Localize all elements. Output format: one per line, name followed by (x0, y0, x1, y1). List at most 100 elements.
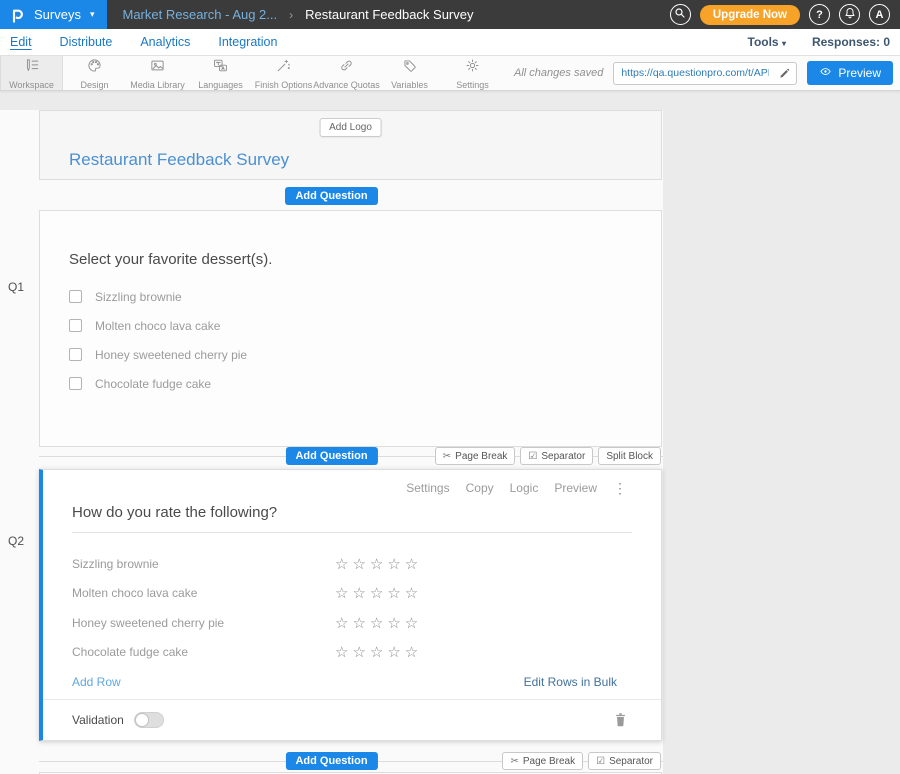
toolbar-tab-finish-options[interactable]: Finish Options (252, 56, 315, 90)
rating-row-label[interactable]: Chocolate fudge cake (72, 645, 335, 659)
q1-question-text[interactable]: Select your favorite dessert(s). (69, 251, 632, 268)
page-break-button[interactable]: ✂Page Break (435, 447, 516, 465)
surveys-menu[interactable]: Surveys ▾ (0, 0, 107, 29)
breadcrumb-survey-title: Restaurant Feedback Survey (305, 7, 473, 22)
toolbar-tab-label: Media Library (130, 80, 185, 90)
delete-question-button[interactable] (613, 711, 628, 728)
chevron-down-icon: ▾ (782, 39, 786, 48)
top-navbar: Surveys ▾ Market Research - Aug 2... › R… (0, 0, 900, 29)
toolbar-tab-variables[interactable]: Variables (378, 56, 441, 90)
separator-icon: ☑ (596, 756, 605, 767)
image-icon (150, 58, 165, 78)
more-options-icon[interactable]: ⋮ (613, 481, 627, 495)
add-row-link[interactable]: Add Row (72, 675, 121, 689)
toolbar-tab-label: Settings (456, 80, 489, 90)
toolbar-tab-settings[interactable]: Settings (441, 56, 504, 90)
q2-logic-link[interactable]: Logic (510, 481, 539, 495)
editor-toolbar: Workspace Design Media Library Languages… (0, 56, 900, 91)
validation-label: Validation (72, 713, 124, 727)
search-button[interactable] (670, 4, 691, 25)
toolbar-right: All changes saved Preview (514, 56, 900, 90)
toolbar-tab-label: Variables (391, 80, 428, 90)
star-rating-group[interactable]: ☆☆☆☆☆ (335, 643, 422, 661)
option-label[interactable]: Chocolate fudge cake (95, 377, 211, 391)
tab-analytics[interactable]: Analytics (140, 35, 190, 49)
option-label[interactable]: Sizzling brownie (95, 290, 182, 304)
module-nav-right: Tools ▾ Responses: 0 (748, 35, 891, 49)
add-question-button[interactable]: Add Question (285, 447, 377, 465)
checkbox[interactable] (69, 348, 82, 361)
palette-icon (87, 58, 102, 78)
tab-edit[interactable]: Edit (10, 35, 32, 49)
help-button[interactable]: ? (809, 4, 830, 25)
add-question-button[interactable]: Add Question (285, 187, 377, 205)
checkbox[interactable] (69, 377, 82, 390)
eye-icon (819, 66, 832, 80)
rating-row-label[interactable]: Sizzling brownie (72, 557, 335, 571)
q2-footer: Validation (43, 699, 661, 728)
rating-row-label[interactable]: Honey sweetened cherry pie (72, 616, 335, 630)
toolbar-tab-label: Languages (198, 80, 243, 90)
toolbar-tab-languages[interactable]: Languages (189, 56, 252, 90)
toolbar-tab-label: Workspace (9, 80, 54, 90)
checkbox[interactable] (69, 290, 82, 303)
gear-icon (465, 58, 480, 78)
toolbar-tab-label: Advance Quotas (313, 80, 380, 90)
rating-row: Honey sweetened cherry pie ☆☆☆☆☆ (43, 608, 661, 638)
tab-distribute[interactable]: Distribute (60, 35, 113, 49)
separator-button[interactable]: ☑Separator (520, 447, 593, 465)
q2-settings-link[interactable]: Settings (406, 481, 449, 495)
question-block-q1[interactable]: Select your favorite dessert(s). Sizzlin… (39, 210, 662, 447)
chain-link-icon (339, 58, 354, 78)
page-break-button[interactable]: ✂Page Break (502, 752, 583, 770)
editor-canvas: Q1 Q2 Add Logo Restaurant Feedback Surve… (0, 91, 900, 774)
breadcrumb: Market Research - Aug 2... › Restaurant … (123, 7, 474, 22)
star-rating-group[interactable]: ☆☆☆☆☆ (335, 584, 422, 602)
edit-rows-in-bulk-link[interactable]: Edit Rows in Bulk (524, 675, 617, 689)
star-rating-group[interactable]: ☆☆☆☆☆ (335, 555, 422, 573)
question-mark-icon: ? (816, 9, 823, 21)
split-block-button[interactable]: Split Block (598, 447, 661, 465)
rating-row-label[interactable]: Molten choco lava cake (72, 586, 335, 600)
breadcrumb-folder[interactable]: Market Research - Aug 2... (123, 7, 278, 22)
workspace-icon (24, 58, 39, 78)
upgrade-now-button[interactable]: Upgrade Now (700, 5, 800, 25)
scissors-icon: ✂ (510, 756, 518, 767)
validation-toggle[interactable] (134, 712, 164, 728)
rating-row: Chocolate fudge cake ☆☆☆☆☆ (43, 638, 661, 668)
survey-title[interactable]: Restaurant Feedback Survey (69, 150, 289, 170)
add-logo-button[interactable]: Add Logo (319, 118, 382, 137)
option-label[interactable]: Molten choco lava cake (95, 319, 220, 333)
toolbar-tab-advance-quotas[interactable]: Advance Quotas (315, 56, 378, 90)
question-block-q2-selected[interactable]: Settings Copy Logic Preview ⋮ How do you… (39, 469, 662, 741)
separator-button[interactable]: ☑Separator (588, 752, 661, 770)
survey-link-input[interactable] (614, 67, 773, 79)
star-rating-group[interactable]: ☆☆☆☆☆ (335, 614, 422, 632)
survey-editor-page: Surveys ▾ Market Research - Aug 2... › R… (0, 0, 900, 774)
toolbar-tab-design[interactable]: Design (63, 56, 126, 90)
option-label[interactable]: Honey sweetened cherry pie (95, 348, 247, 362)
toolbar-tab-media-library[interactable]: Media Library (126, 56, 189, 90)
q2-links-row: Add Row Edit Rows in Bulk (43, 675, 661, 689)
q2-question-text[interactable]: How do you rate the following? (72, 504, 632, 532)
notifications-button[interactable] (839, 4, 860, 25)
toolbar-tab-workspace[interactable]: Workspace (0, 56, 63, 90)
question-number-q1: Q1 (8, 280, 24, 294)
tab-integration[interactable]: Integration (218, 35, 277, 49)
tools-menu[interactable]: Tools ▾ (748, 35, 786, 49)
module-nav: Edit Distribute Analytics Integration To… (0, 29, 900, 56)
surveys-menu-label: Surveys (34, 7, 81, 22)
rating-row: Molten choco lava cake ☆☆☆☆☆ (43, 579, 661, 609)
chevron-down-icon: ▾ (90, 9, 95, 20)
preview-button[interactable]: Preview (807, 61, 893, 85)
tag-icon (402, 58, 417, 78)
q1-options: Sizzling brownie Molten choco lava cake … (69, 282, 632, 398)
survey-header-card: Add Logo Restaurant Feedback Survey (39, 110, 662, 180)
add-question-button[interactable]: Add Question (285, 752, 377, 770)
edit-link-pencil-icon[interactable] (773, 68, 796, 79)
checkbox[interactable] (69, 319, 82, 332)
q2-preview-link[interactable]: Preview (554, 481, 597, 495)
responses-count[interactable]: Responses: 0 (812, 35, 890, 49)
account-avatar[interactable]: A (869, 4, 890, 25)
q2-copy-link[interactable]: Copy (466, 481, 494, 495)
